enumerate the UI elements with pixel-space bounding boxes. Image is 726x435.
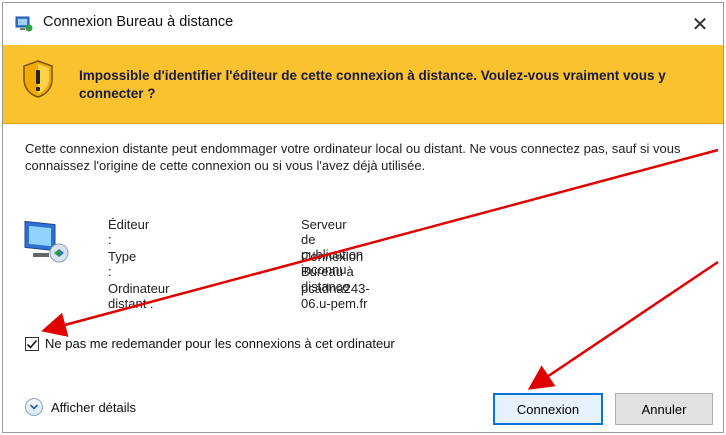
rdp-dialog: Connexion Bureau à distance ✕ Impossible…: [2, 2, 724, 433]
window-title: Connexion Bureau à distance: [43, 14, 234, 30]
cancel-button[interactable]: Annuler: [615, 393, 713, 425]
warning-shield-icon: [23, 60, 53, 98]
close-icon: ✕: [691, 13, 709, 36]
info-label: Ordinateur distant :: [108, 281, 170, 311]
title-bar: Connexion Bureau à distance ✕: [3, 3, 723, 45]
remote-desktop-icon: [15, 16, 33, 32]
info-value: pcadna243-06.u-pem.fr: [301, 281, 370, 311]
remote-computer-icon: [24, 220, 69, 263]
checkmark-icon: [26, 339, 38, 349]
description-text: Cette connexion distante peut endommager…: [25, 141, 681, 173]
checkbox-box[interactable]: [25, 336, 39, 351]
show-details-label: Afficher détails: [51, 399, 137, 415]
dont-ask-again-checkbox[interactable]: Ne pas me redemander pour les connexions…: [25, 336, 395, 351]
checkbox-label: Ne pas me redemander pour les connexions…: [45, 336, 395, 351]
connect-button[interactable]: Connexion: [493, 393, 603, 425]
info-label: Éditeur :: [108, 217, 150, 247]
show-details-toggle[interactable]: Afficher détails: [25, 398, 136, 416]
warning-banner: Impossible d'identifier l'éditeur de cet…: [3, 45, 723, 124]
chevron-down-icon[interactable]: [25, 398, 43, 416]
warning-message: Impossible d'identifier l'éditeur de cet…: [79, 68, 666, 101]
close-button[interactable]: ✕: [677, 3, 723, 45]
info-label: Type :: [108, 249, 137, 279]
